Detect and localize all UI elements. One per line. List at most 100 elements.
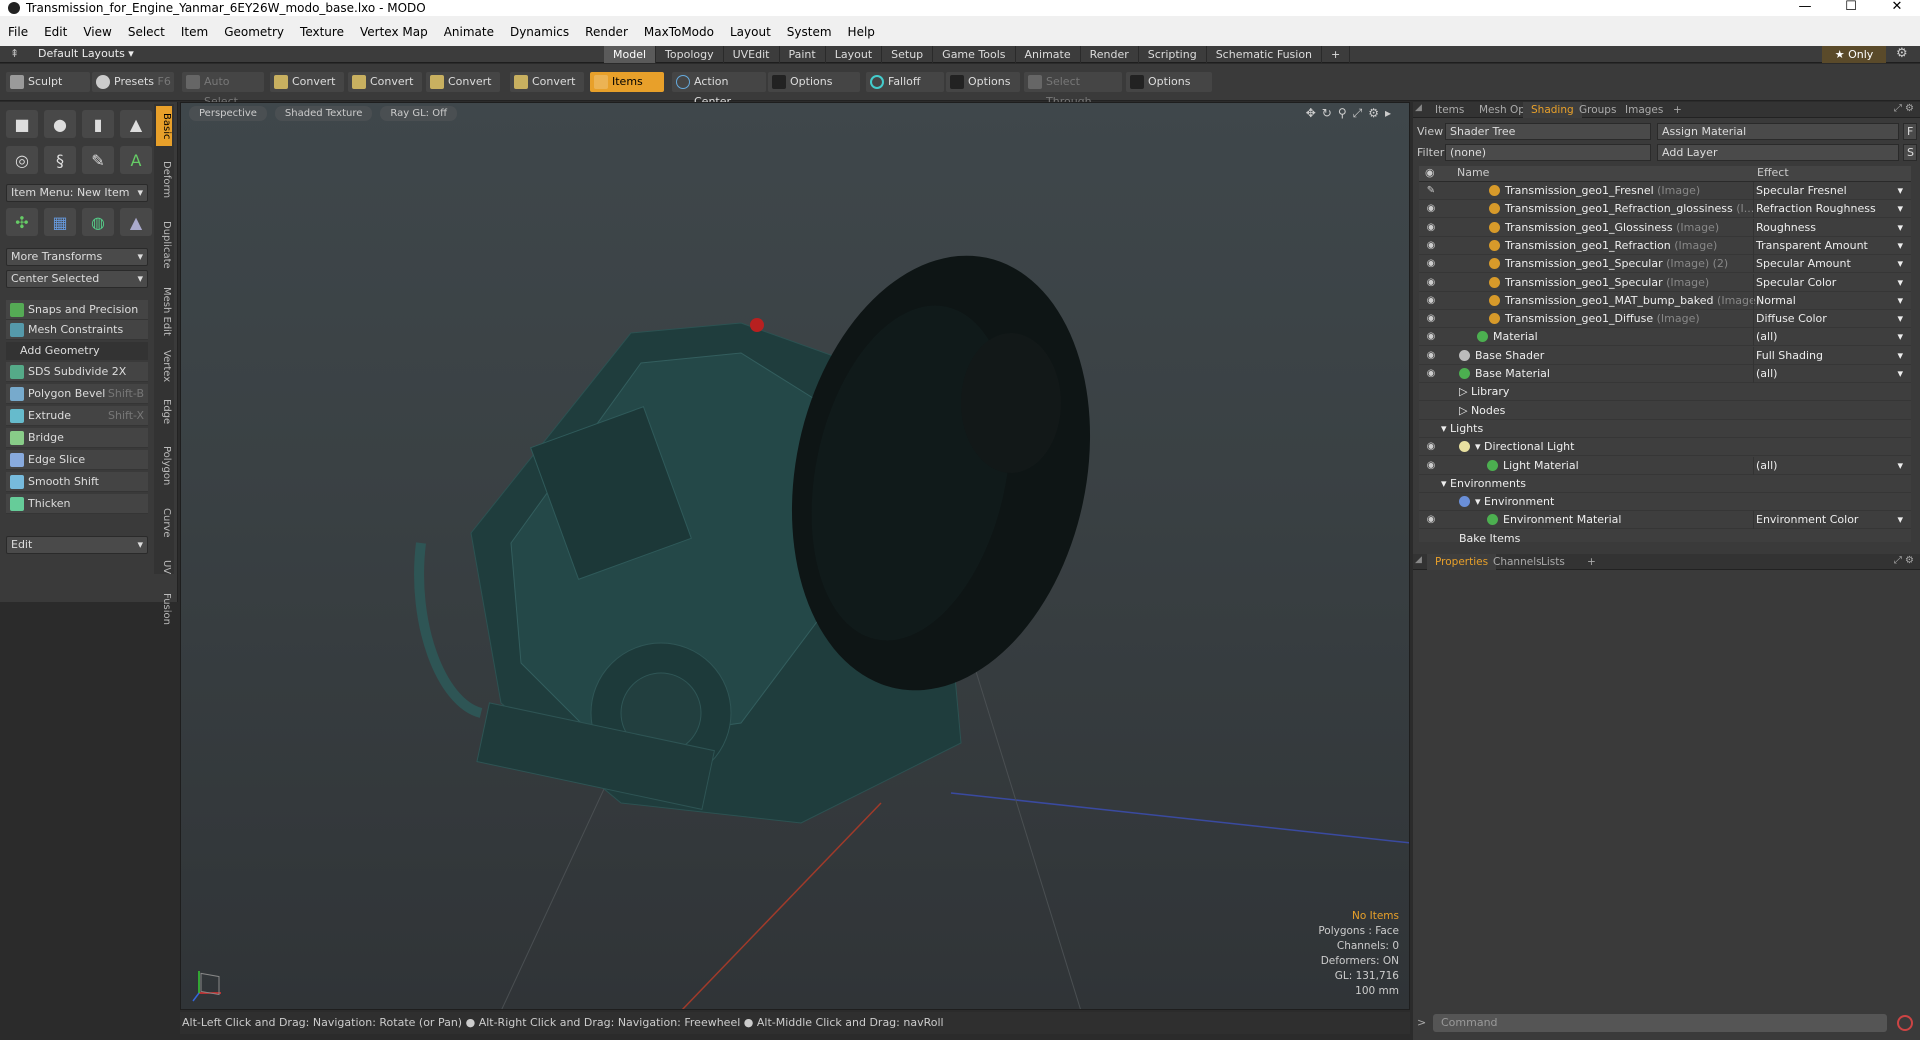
layer-effect-dropdown[interactable]: Specular Amount [1753, 255, 1903, 274]
tool-sds-subdivide-2x[interactable]: SDS Subdivide 2X [6, 362, 148, 382]
shader-tree-row[interactable]: ▾ Environments [1419, 475, 1911, 493]
panel-tab-items[interactable]: Items [1427, 102, 1472, 118]
tab-scripting[interactable]: Scripting [1139, 46, 1207, 63]
tool-bridge[interactable]: Bridge [6, 428, 148, 448]
visibility-eye-icon[interactable]: ◉ [1423, 274, 1439, 292]
visibility-eye-icon[interactable]: ◉ [1423, 200, 1439, 218]
command-input[interactable]: Command [1433, 1014, 1887, 1032]
shader-tree-row[interactable]: ◉ ▾ Directional Light [1419, 438, 1911, 457]
more-transforms-dropdown[interactable]: More Transforms [6, 248, 148, 266]
menu-texture[interactable]: Texture [292, 25, 352, 39]
vtab-curve[interactable]: Curve [156, 500, 172, 546]
pen-icon[interactable]: ✎ [82, 146, 114, 174]
add-geometry-section[interactable]: Add Geometry [6, 342, 148, 360]
tab-layout[interactable]: Layout [826, 46, 883, 63]
shader-tree-row[interactable]: ◉ Transmission_geo1_Specular (Image) (2) S… [1419, 255, 1911, 274]
panel-menu-icon[interactable]: ◢ [1415, 103, 1422, 113]
layer-effect-dropdown[interactable]: (all) [1753, 365, 1903, 383]
menu-file[interactable]: File [0, 25, 36, 39]
tab-schematic-fusion[interactable]: Schematic Fusion [1207, 46, 1323, 63]
layer-effect-dropdown[interactable]: (all) [1753, 456, 1903, 475]
record-icon[interactable] [1897, 1015, 1913, 1031]
panel-tab-add[interactable]: + [1579, 554, 1604, 570]
items-mode-button[interactable]: Items [590, 72, 664, 92]
visibility-eye-icon[interactable]: ✎ [1423, 182, 1439, 200]
cylinder-icon[interactable]: ▮ [82, 110, 114, 138]
shader-tree-row[interactable]: ▷ Nodes [1419, 402, 1911, 420]
menu-dynamics[interactable]: Dynamics [502, 25, 577, 39]
select-through-button[interactable]: Select Through [1024, 72, 1122, 108]
shear-icon[interactable]: ▲ [120, 208, 152, 236]
options-checkbox-2[interactable] [950, 75, 964, 89]
shader-tree-row[interactable]: ◉ Transmission_geo1_Glossiness (Image) Rou… [1419, 218, 1911, 237]
shader-tree-row[interactable]: ◉ Material (all) [1419, 328, 1911, 347]
visibility-eye-icon[interactable]: ◉ [1423, 255, 1439, 273]
menu-edit[interactable]: Edit [36, 25, 75, 39]
globe-icon[interactable]: ◍ [82, 208, 114, 236]
layer-effect-dropdown[interactable]: Refraction Roughness [1753, 200, 1903, 219]
text-icon[interactable]: A [120, 146, 152, 174]
torus-icon[interactable]: ◎ [6, 146, 38, 174]
shader-tree-row[interactable]: ◉ Base Shader Full Shading [1419, 346, 1911, 365]
layer-effect-dropdown[interactable]: Full Shading [1753, 346, 1903, 365]
shader-tree-row[interactable]: ◉ Transmission_geo1_Refraction_glossiness… [1419, 200, 1911, 219]
menu-help[interactable]: Help [840, 25, 883, 39]
vtab-basic[interactable]: Basic [156, 106, 172, 146]
mesh-constraints-button[interactable]: Mesh Constraints [6, 320, 148, 340]
options-button-2[interactable]: Options [946, 72, 1020, 92]
only-button[interactable]: ★ Only [1822, 46, 1886, 63]
tool-edge-slice[interactable]: Edge Slice [6, 450, 148, 470]
shader-tree-row[interactable]: ◉ Transmission_geo1_Refraction (Image) Tra… [1419, 236, 1911, 255]
sphere-icon[interactable]: ● [44, 110, 76, 138]
panel-expand-icon[interactable]: ⤢ ⚙ [1894, 555, 1914, 566]
tool-polygon-bevel[interactable]: Polygon Bevel Shift-B [6, 384, 148, 404]
shader-tree-row[interactable]: ▾ Lights [1419, 420, 1911, 438]
layer-effect-dropdown[interactable]: Roughness [1753, 218, 1903, 237]
transform-icon[interactable]: ✣ [6, 208, 38, 236]
options-button-1[interactable]: Options [768, 72, 860, 92]
panel-tab-images[interactable]: Images [1617, 102, 1671, 118]
action-center-button[interactable]: Action Center [672, 72, 766, 108]
tab-render[interactable]: Render [1081, 46, 1139, 63]
cube-icon[interactable]: ■ [6, 110, 38, 138]
maximize-button[interactable]: ☐ [1836, 0, 1866, 14]
layer-effect-dropdown[interactable]: Specular Color [1753, 273, 1903, 292]
visibility-eye-icon[interactable]: ◉ [1423, 310, 1439, 328]
panel-menu-icon[interactable]: ◢ [1415, 555, 1422, 565]
shader-tree-row[interactable]: ◉ Transmission_geo1_Specular (Image) Specu… [1419, 273, 1911, 292]
cone-icon[interactable]: ▲ [120, 110, 152, 138]
add-layer-dropdown[interactable]: Add Layer [1657, 144, 1899, 161]
convert-button-3[interactable]: Convert [426, 72, 500, 92]
tab-setup[interactable]: Setup [882, 46, 934, 63]
auto-select-button[interactable]: Auto Select [182, 72, 264, 108]
shader-tree-row[interactable]: ◉ Base Material (all) [1419, 365, 1911, 383]
close-button[interactable]: ✕ [1882, 0, 1912, 14]
default-layouts-dropdown[interactable]: Default Layouts ▾ [38, 47, 134, 60]
transmission-model[interactable] [414, 228, 1129, 824]
tool-extrude[interactable]: Extrude Shift-X [6, 406, 148, 426]
menu-system[interactable]: System [779, 25, 840, 39]
filter-dropdown[interactable]: (none) [1445, 144, 1651, 161]
menu-item[interactable]: Item [173, 25, 216, 39]
layer-effect-dropdown[interactable]: Normal [1753, 291, 1903, 310]
s-button[interactable]: S [1903, 144, 1917, 161]
visibility-eye-icon[interactable]: ◉ [1423, 438, 1439, 456]
tab-add[interactable]: + [1322, 46, 1351, 63]
options-checkbox-3[interactable] [1130, 75, 1144, 89]
visibility-eye-icon[interactable]: ◉ [1423, 457, 1439, 475]
shader-tree-row[interactable]: ◉ Environment Material Environment Color [1419, 511, 1911, 530]
falloff-button[interactable]: Falloff [866, 72, 944, 92]
menu-layout[interactable]: Layout [722, 25, 779, 39]
layer-effect-dropdown[interactable]: Specular Fresnel [1753, 182, 1903, 200]
shader-tree-row[interactable]: Bake Items [1419, 530, 1911, 542]
tool-thicken[interactable]: Thicken [6, 494, 148, 514]
menu-render[interactable]: Render [577, 25, 636, 39]
layer-effect-dropdown[interactable]: (all) [1753, 328, 1903, 347]
shader-tree-row[interactable]: ◉ Light Material (all) [1419, 456, 1911, 475]
sculpt-button[interactable]: Sculpt [6, 72, 90, 92]
assign-material-button[interactable]: Assign Material [1657, 123, 1899, 140]
tool-smooth-shift[interactable]: Smooth Shift [6, 472, 148, 492]
convert-button-2[interactable]: Convert [348, 72, 422, 92]
convert-button-1[interactable]: Convert [270, 72, 344, 92]
name-column-header[interactable]: Name [1457, 166, 1489, 179]
